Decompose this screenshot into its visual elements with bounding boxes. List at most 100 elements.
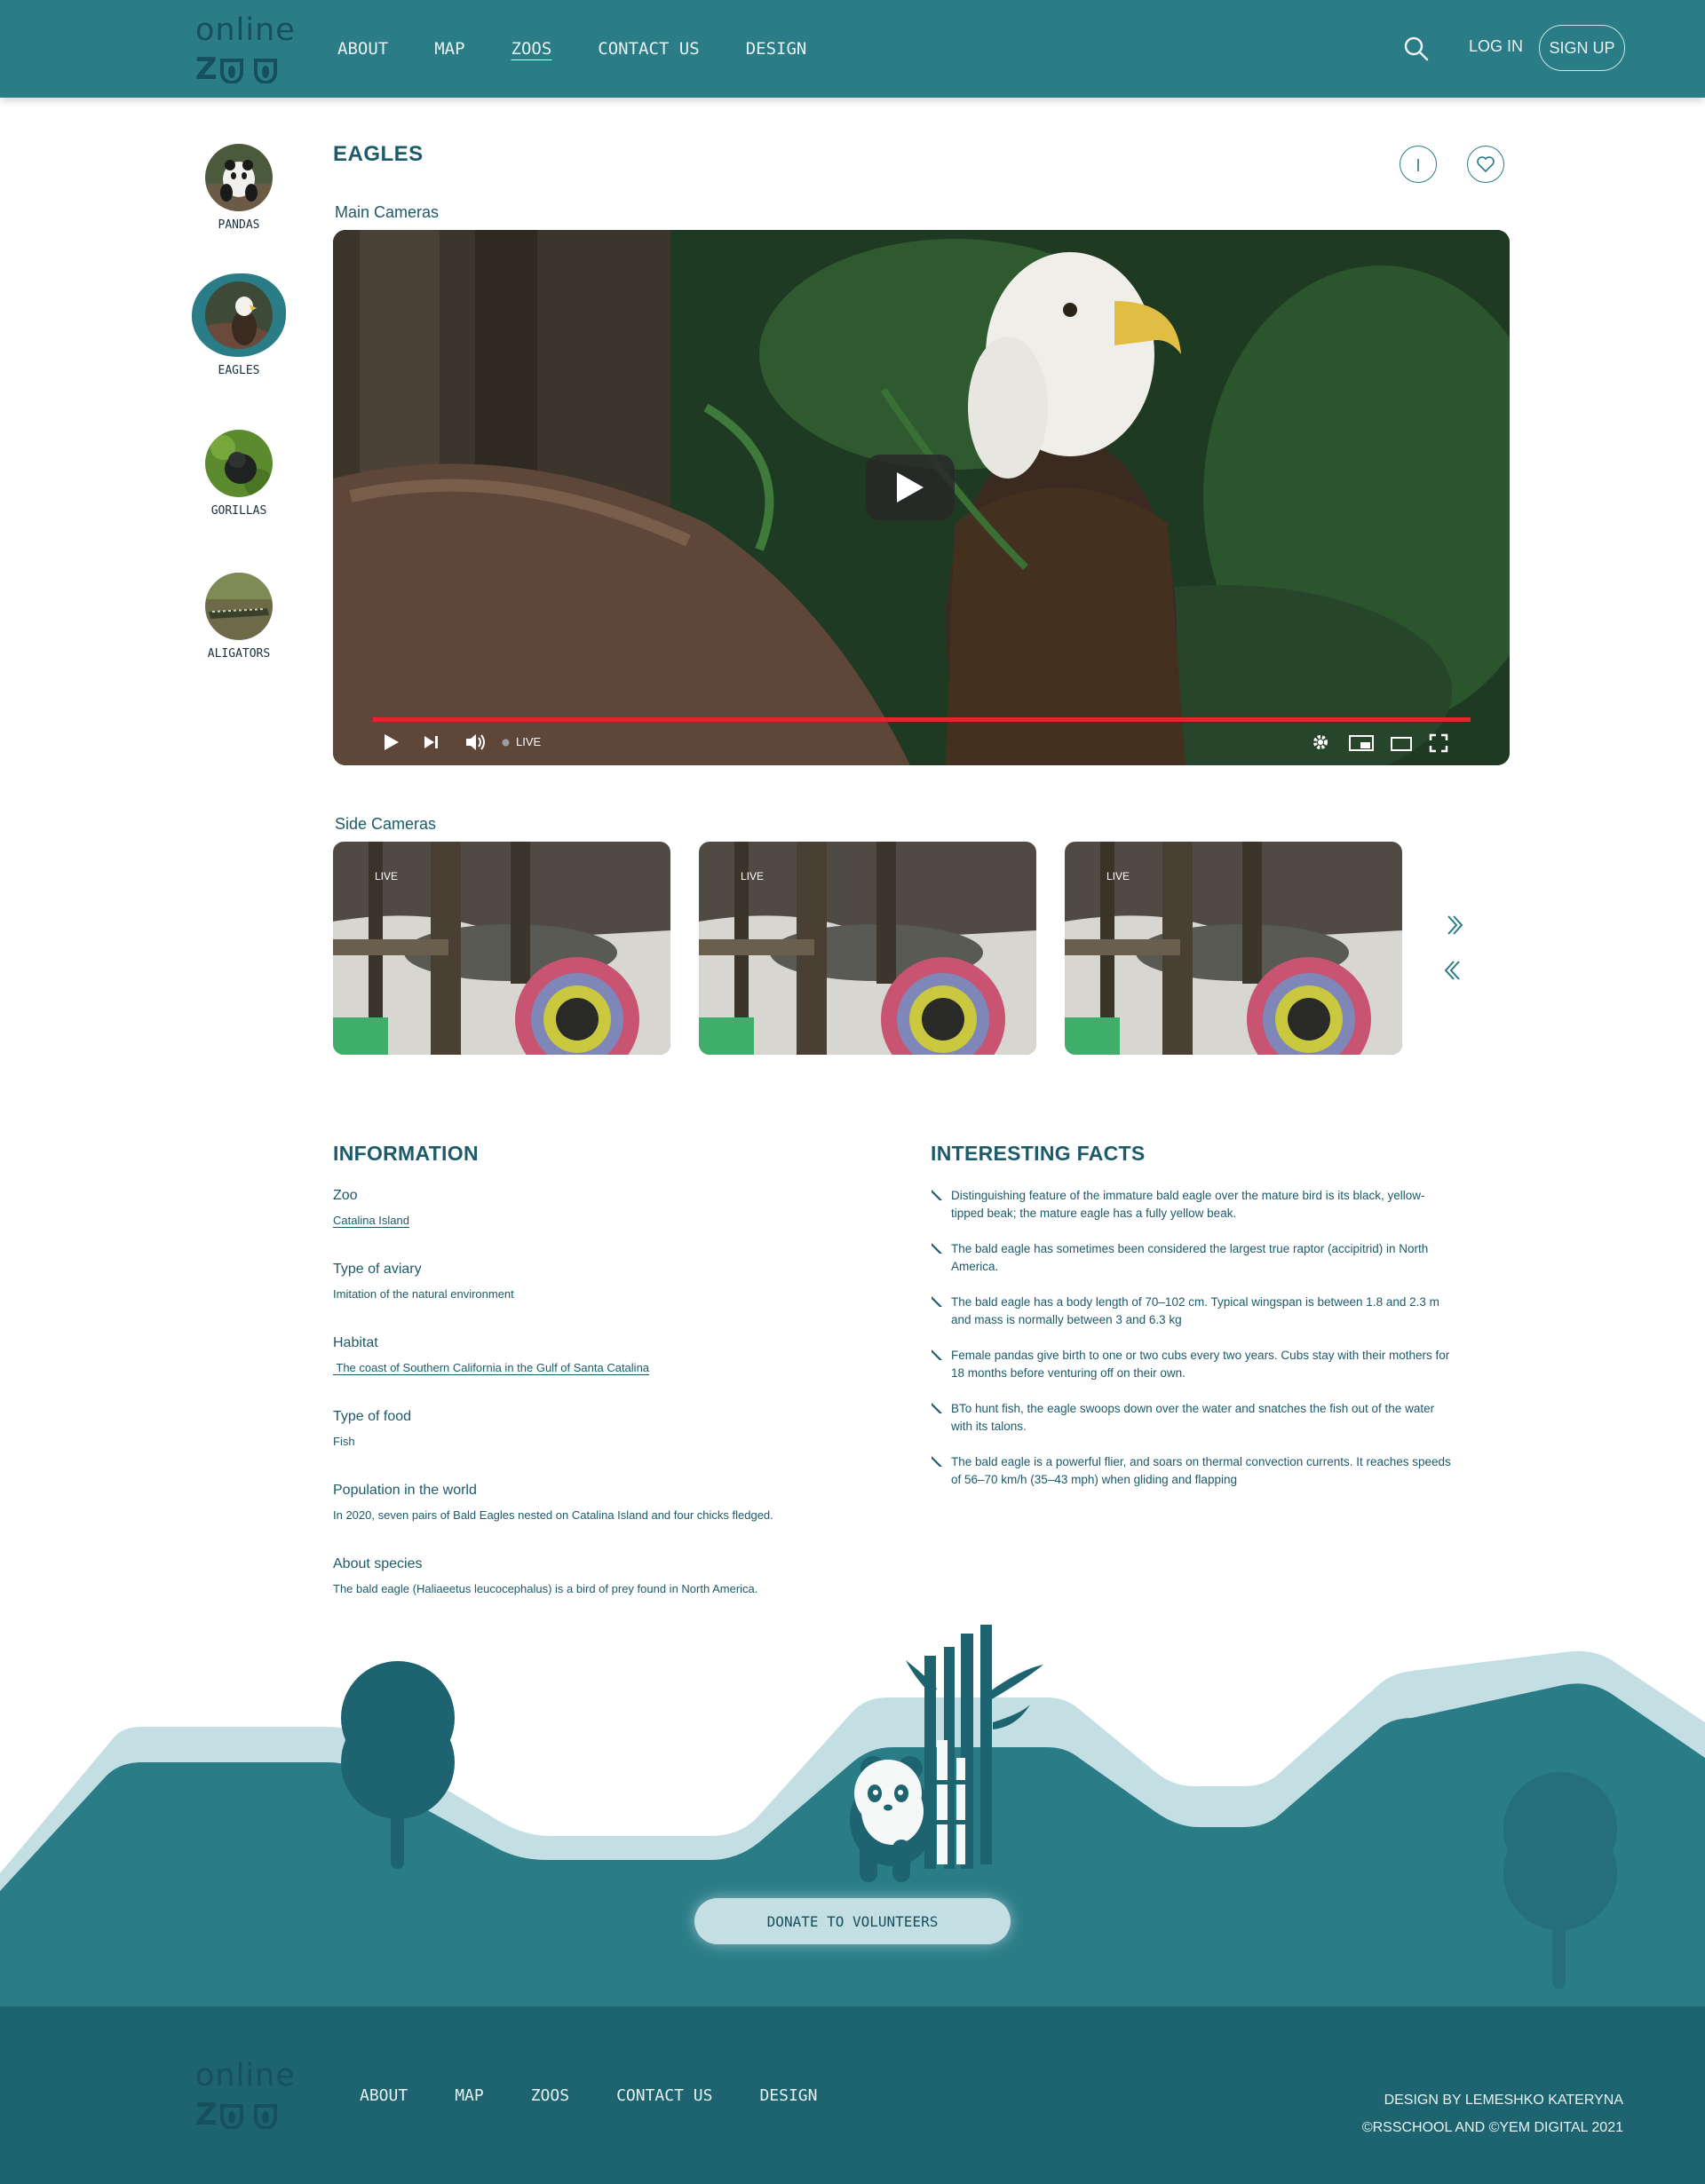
big-play-button[interactable] xyxy=(866,455,955,520)
gorilla-avatar xyxy=(205,430,273,497)
side-camera-1[interactable]: LIVE xyxy=(333,842,670,1055)
sidebar-item-pandas[interactable]: PANDAS xyxy=(186,144,292,232)
side-camera-2[interactable]: LIVE xyxy=(699,842,1036,1055)
fullscreen-icon[interactable] xyxy=(1429,733,1448,753)
info-value-zoo[interactable]: Catalina Island xyxy=(333,1214,409,1227)
info-button[interactable] xyxy=(1400,146,1437,183)
settings-icon[interactable] xyxy=(1311,732,1330,752)
fact-item: The bald eagle has sometimes been consid… xyxy=(931,1240,1455,1276)
page-title: EAGLES xyxy=(333,142,424,166)
panda-avatar xyxy=(205,144,273,211)
logo-eye-icon xyxy=(254,59,277,83)
fact-text: The bald eagle has sometimes been consid… xyxy=(951,1242,1429,1273)
sidebar-item-label: ALIGATORS xyxy=(207,647,271,661)
fact-item: The bald eagle is a powerful flier, and … xyxy=(931,1453,1455,1489)
logo-eye-icon xyxy=(254,2104,277,2129)
nav-contact-us[interactable]: CONTACT US xyxy=(598,39,699,59)
info-label-food: Type of food xyxy=(333,1409,412,1424)
info-label-habitat: Habitat xyxy=(333,1335,378,1350)
feather-icon xyxy=(932,1296,942,1307)
info-label-species: About species xyxy=(333,1556,423,1571)
sidebar-item-eagles[interactable]: EAGLES xyxy=(186,273,292,377)
chevron-double-left-icon[interactable] xyxy=(1444,960,1462,981)
fact-item: Distinguishing feature of the immature b… xyxy=(931,1187,1455,1223)
heart-icon xyxy=(1477,156,1495,173)
logo-word: online xyxy=(195,2058,296,2093)
info-label-population: Population in the world xyxy=(333,1483,477,1498)
info-label-zoo: Zoo xyxy=(333,1188,358,1203)
nav-design[interactable]: DESIGN xyxy=(746,39,807,59)
footer-nav-zoos[interactable]: ZOOS xyxy=(531,2086,569,2105)
camera-live-label: LIVE xyxy=(375,870,399,882)
favorite-button[interactable] xyxy=(1467,146,1504,183)
feather-icon xyxy=(932,1243,942,1254)
main-video-player[interactable]: LIVE xyxy=(333,230,1510,765)
sidebar-item-gorillas[interactable]: GORILLAS xyxy=(186,430,292,518)
footer-nav-design[interactable]: DESIGN xyxy=(759,2086,817,2105)
info-value-habitat[interactable]: The coast of Southern California in the … xyxy=(333,1361,649,1374)
sidebar-item-label: PANDAS xyxy=(218,218,260,232)
feather-icon xyxy=(932,1403,942,1413)
active-indicator xyxy=(192,273,286,357)
logo-eye-icon xyxy=(220,59,243,83)
theater-mode-icon[interactable] xyxy=(1390,736,1413,752)
side-cameras-label: Side Cameras xyxy=(335,815,437,833)
feather-icon xyxy=(932,1349,942,1360)
sidebar-item-label: GORILLAS xyxy=(210,504,267,518)
alligator-avatar xyxy=(205,573,273,640)
video-progress-bar[interactable] xyxy=(373,717,1471,722)
live-label: LIVE xyxy=(516,735,542,748)
chevron-double-right-icon[interactable] xyxy=(1446,914,1463,936)
site-header: online Z ABOUT MAP ZOOS CONTACT US DESIG… xyxy=(0,0,1705,98)
play-icon xyxy=(897,472,924,502)
fact-text: Distinguishing feature of the immature b… xyxy=(951,1189,1425,1220)
footer-nav-contact-us[interactable]: CONTACT US xyxy=(616,2086,712,2105)
logo-word: online xyxy=(195,12,296,48)
eagle-avatar xyxy=(205,281,273,349)
play-icon[interactable] xyxy=(383,732,400,752)
footer-nav: ABOUT MAP ZOOS CONTACT US DESIGN xyxy=(360,2086,864,2105)
fact-item: The bald eagle has a body length of 70–1… xyxy=(931,1294,1455,1329)
fact-text: The bald eagle has a body length of 70–1… xyxy=(951,1295,1439,1326)
main-cameras-label: Main Cameras xyxy=(335,203,440,221)
footer-nav-about[interactable]: ABOUT xyxy=(360,2086,408,2105)
site-logo[interactable]: online Z xyxy=(195,12,296,87)
info-value-food: Fish xyxy=(333,1435,355,1448)
logo-z: Z xyxy=(195,51,218,87)
nav-zoos[interactable]: ZOOS xyxy=(512,39,552,59)
info-value-aviary: Imitation of the natural environment xyxy=(333,1287,514,1301)
feather-icon xyxy=(932,1190,942,1200)
volume-icon[interactable] xyxy=(464,732,488,752)
info-value-population: In 2020, seven pairs of Bald Eagles nest… xyxy=(333,1508,773,1522)
sidebar-item-label: EAGLES xyxy=(218,364,260,377)
live-dot-icon xyxy=(502,739,510,747)
miniplayer-icon[interactable] xyxy=(1348,734,1375,752)
search-icon[interactable] xyxy=(1403,36,1430,62)
info-label-aviary: Type of aviary xyxy=(333,1262,422,1277)
fact-item: BTo hunt fish, the eagle swoops down ove… xyxy=(931,1400,1455,1436)
information-title: INFORMATION xyxy=(333,1142,479,1165)
signup-button[interactable]: SIGN UP xyxy=(1539,25,1625,71)
fact-text: Female pandas give birth to one or two c… xyxy=(951,1349,1450,1380)
camera-live-label: LIVE xyxy=(1106,870,1130,882)
login-link[interactable]: LOG IN xyxy=(1469,37,1523,56)
info-value-species: The bald eagle (Haliaeetus leucocephalus… xyxy=(333,1582,758,1595)
fact-text: BTo hunt fish, the eagle swoops down ove… xyxy=(951,1402,1435,1433)
nav-map[interactable]: MAP xyxy=(434,39,464,59)
footer-logo[interactable]: online Z xyxy=(195,2058,296,2133)
camera-live-label: LIVE xyxy=(741,870,765,882)
sidebar-item-aligators[interactable]: ALIGATORS xyxy=(186,573,292,661)
fact-item: Female pandas give birth to one or two c… xyxy=(931,1347,1455,1382)
footer-credits: DESIGN BY LEMESHKO KATERYNA ©RSSCHOOL AN… xyxy=(1362,2086,1623,2141)
donate-button[interactable]: DONATE TO VOLUNTEERS xyxy=(694,1898,1011,1944)
fact-text: The bald eagle is a powerful flier, and … xyxy=(951,1455,1451,1486)
copyright: ©RSSCHOOL AND ©YEM DIGITAL 2021 xyxy=(1361,2120,1623,2135)
footer-nav-map[interactable]: MAP xyxy=(455,2086,484,2105)
next-icon[interactable] xyxy=(423,734,440,750)
landscape-illustration xyxy=(0,1625,1705,2006)
feather-icon xyxy=(932,1456,942,1467)
side-camera-3[interactable]: LIVE xyxy=(1065,842,1402,1055)
logo-eye-icon xyxy=(220,2104,243,2129)
info-icon xyxy=(1417,159,1419,171)
nav-about[interactable]: ABOUT xyxy=(337,39,388,59)
